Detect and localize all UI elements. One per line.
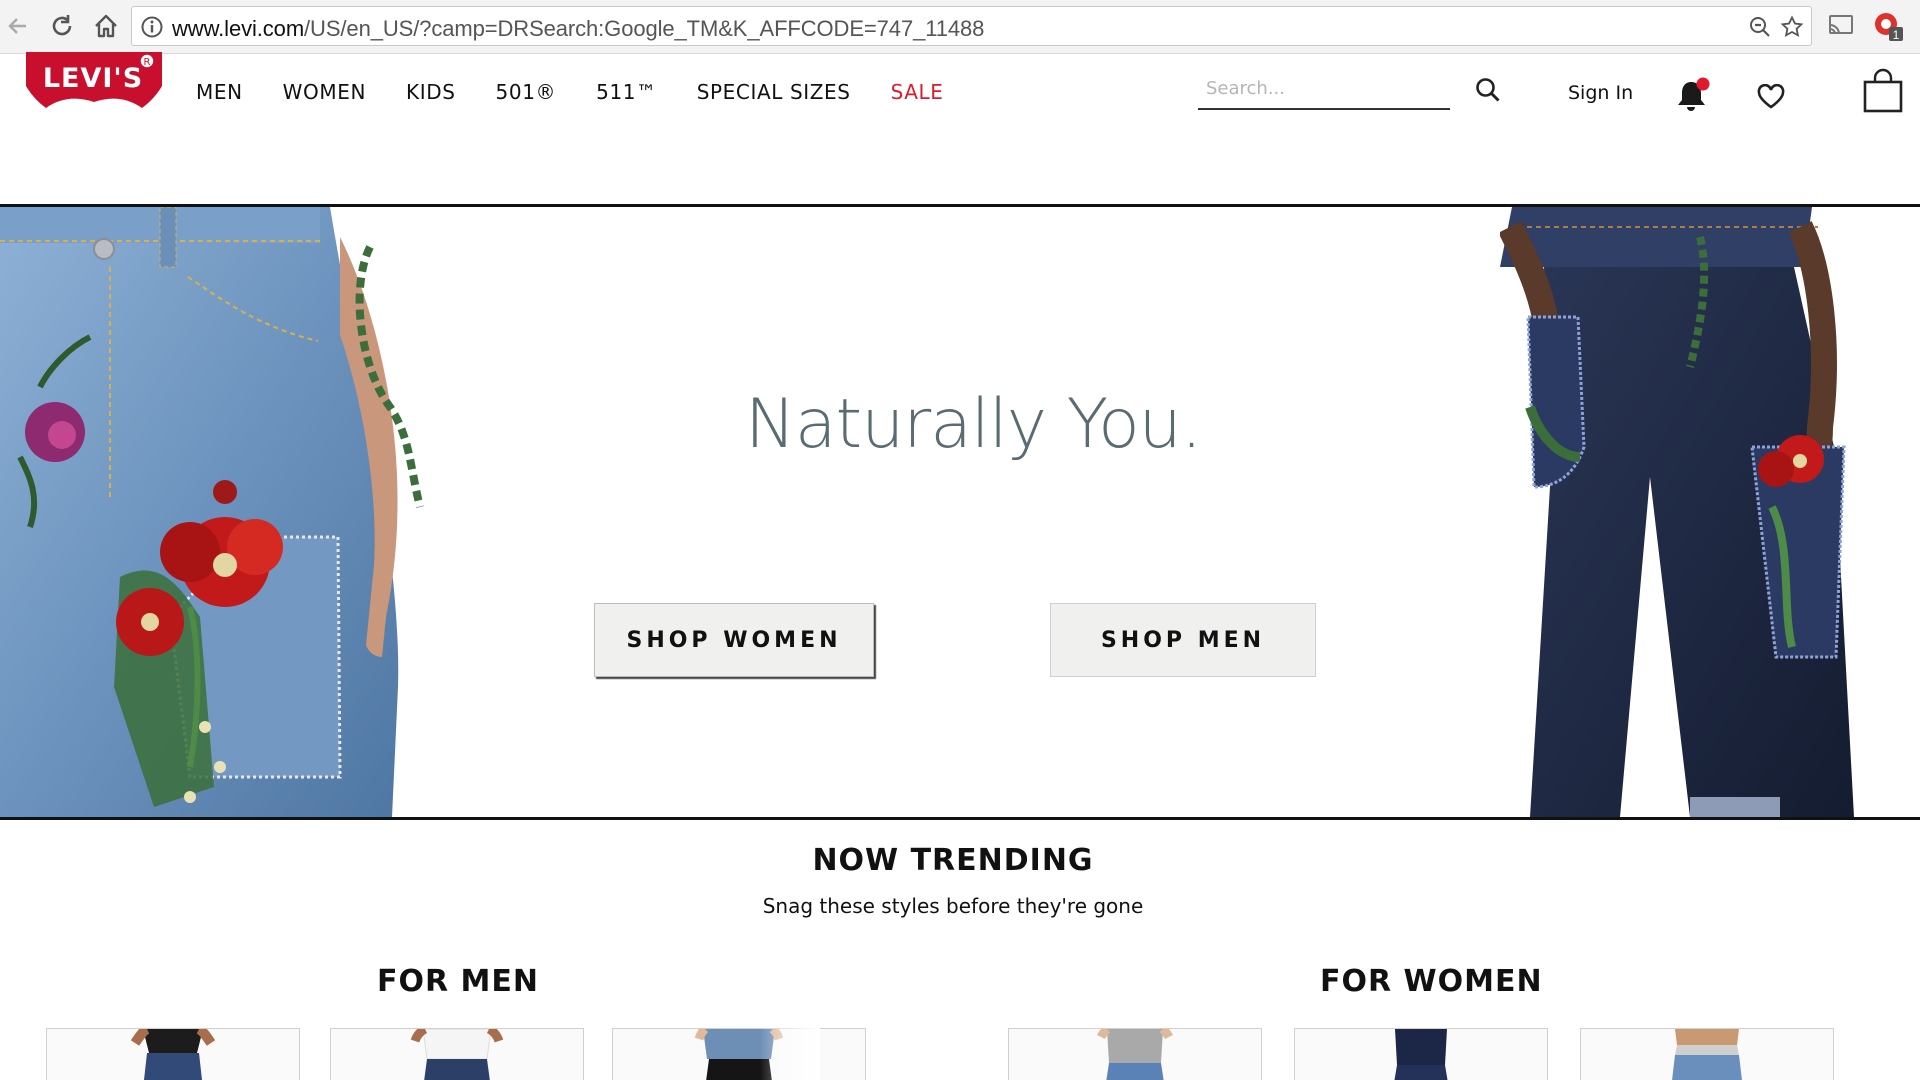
nav-sale[interactable]: SALE (891, 80, 944, 104)
nav-501[interactable]: 501® (496, 80, 557, 104)
sign-in-link[interactable]: Sign In (1568, 82, 1633, 104)
trending-title: NOW TRENDING (812, 843, 1094, 878)
product-thumbnail (130, 1029, 216, 1080)
product-thumbnail (1672, 1029, 1742, 1080)
product-tile[interactable] (612, 1028, 866, 1080)
reload-button[interactable] (46, 10, 78, 42)
mens-jeans-image (1500, 207, 1854, 817)
levis-logo[interactable]: LEVI'S R (24, 50, 164, 116)
hero-banner: Naturally You. SHOP WOMEN SHOP MEN (0, 204, 1920, 820)
url-host: www.levi.com (172, 16, 305, 41)
product-thumbnail (1394, 1029, 1448, 1080)
search-field (1198, 70, 1450, 110)
womens-jeans-image (0, 207, 424, 817)
carousel-fade (760, 1028, 820, 1080)
bell-icon[interactable] (1673, 76, 1713, 116)
main-navigation: MEN WOMEN KIDS 501® 511™ SPECIAL SIZES S… (196, 80, 984, 104)
product-thumbnail (1096, 1029, 1174, 1080)
address-bar[interactable]: www.levi.com/US/en_US/?camp=DRSearch:Goo… (131, 6, 1812, 46)
extension-badge: 1 (1893, 28, 1900, 42)
reload-icon (52, 15, 72, 36)
search-icon[interactable] (1474, 76, 1502, 104)
purple-flower (25, 402, 85, 462)
url-path: /US/en_US/?camp=DRSearch:Google_TM&K_AFF… (304, 16, 985, 41)
shop-women-button[interactable]: SHOP WOMEN (594, 603, 874, 677)
product-thumbnail (410, 1029, 504, 1080)
nav-kids[interactable]: KIDS (406, 80, 456, 104)
logo-text: LEVI'S (43, 63, 143, 94)
nav-women[interactable]: WOMEN (283, 80, 366, 104)
product-tile[interactable] (1008, 1028, 1262, 1080)
product-tile[interactable] (1294, 1028, 1548, 1080)
back-button[interactable] (2, 10, 34, 42)
url-text[interactable]: www.levi.com/US/en_US/?camp=DRSearch:Goo… (172, 16, 984, 42)
cast-icon[interactable] (1826, 10, 1856, 40)
for-women-heading: FOR WOMEN (1320, 964, 1543, 999)
browser-toolbar: www.levi.com/US/en_US/?camp=DRSearch:Goo… (0, 0, 1920, 54)
extension-icon[interactable]: 1 (1872, 10, 1906, 44)
product-tile[interactable] (1580, 1028, 1834, 1080)
shopping-bag-icon[interactable] (1862, 66, 1904, 114)
search-input[interactable] (1198, 70, 1450, 106)
heart-icon[interactable] (1756, 84, 1786, 110)
nav-511[interactable]: 511™ (596, 80, 657, 104)
zoom-icon[interactable] (1748, 15, 1772, 39)
nav-special-sizes[interactable]: SPECIAL SIZES (697, 80, 851, 104)
trending-subtitle: Snag these styles before they're gone (762, 894, 1144, 918)
product-tile[interactable] (46, 1028, 300, 1080)
home-icon (95, 14, 117, 38)
product-tile[interactable] (330, 1028, 584, 1080)
nav-men[interactable]: MEN (196, 80, 243, 104)
svg-text:R: R (144, 57, 151, 68)
star-icon[interactable] (1780, 15, 1804, 39)
batwing-logo-icon: LEVI'S R (26, 52, 162, 108)
home-button[interactable] (90, 10, 122, 42)
for-men-heading: FOR MEN (377, 964, 539, 999)
hero-headline: Naturally You. (745, 385, 1202, 464)
back-arrow-icon (8, 18, 26, 34)
shop-men-button[interactable]: SHOP MEN (1050, 603, 1316, 677)
info-icon[interactable] (140, 15, 164, 39)
